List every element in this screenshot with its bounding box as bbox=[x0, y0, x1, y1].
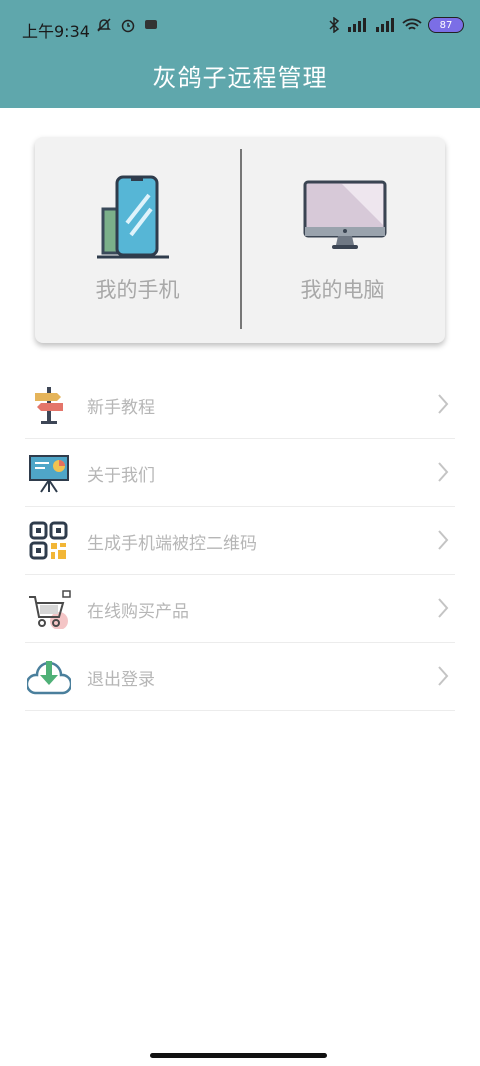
wifi-icon bbox=[402, 18, 422, 30]
my-phone-label: 我的手机 bbox=[95, 278, 180, 302]
menu-label-buy-online: 在线购买产品 bbox=[87, 602, 189, 622]
qr-code-icon bbox=[29, 521, 68, 560]
my-computer-label: 我的电脑 bbox=[300, 278, 385, 302]
home-indicator[interactable] bbox=[150, 1053, 327, 1058]
chevron-right-icon bbox=[438, 530, 449, 550]
menu-item-about-us[interactable]: 关于我们 bbox=[25, 439, 455, 507]
battery-indicator: 87 bbox=[428, 17, 464, 33]
shopping-cart-icon bbox=[29, 590, 71, 629]
chevron-right-icon bbox=[438, 598, 449, 618]
alarm-icon bbox=[121, 19, 135, 33]
menu-list: 新手教程 关于我们 生成手机端被控二维码 在线购买产品 退出登录 bbox=[25, 371, 455, 711]
status-bar: 上午9:34 87 bbox=[0, 0, 480, 52]
signal-icon bbox=[348, 18, 366, 32]
app-header: 上午9:34 87 灰鸽子远程管理 bbox=[0, 0, 480, 108]
status-time: 上午9:34 bbox=[22, 22, 90, 41]
menu-label-about-us: 关于我们 bbox=[87, 466, 155, 486]
menu-label-logout: 退出登录 bbox=[87, 670, 155, 690]
my-phone-button[interactable]: 我的手机 bbox=[35, 137, 240, 343]
chevron-right-icon bbox=[438, 394, 449, 414]
menu-item-tutorial[interactable]: 新手教程 bbox=[25, 371, 455, 439]
page-title: 灰鸽子远程管理 bbox=[152, 64, 328, 92]
my-computer-button[interactable]: 我的电脑 bbox=[240, 137, 445, 343]
menu-item-qr-code[interactable]: 生成手机端被控二维码 bbox=[25, 507, 455, 575]
cloud-download-icon bbox=[27, 661, 71, 695]
phone-icon bbox=[97, 175, 169, 259]
silent-bell-icon bbox=[97, 18, 111, 32]
presentation-board-icon bbox=[29, 455, 69, 493]
device-card: 我的手机 我的电脑 bbox=[35, 137, 445, 343]
menu-label-qr-code: 生成手机端被控二维码 bbox=[87, 534, 257, 554]
menu-item-buy-online[interactable]: 在线购买产品 bbox=[25, 575, 455, 643]
menu-label-tutorial: 新手教程 bbox=[87, 398, 155, 418]
computer-monitor-icon bbox=[303, 180, 387, 249]
bluetooth-icon bbox=[329, 17, 340, 33]
status-left-icons bbox=[96, 17, 158, 33]
signpost-icon bbox=[35, 387, 63, 424]
menu-item-logout[interactable]: 退出登录 bbox=[25, 643, 455, 711]
message-icon bbox=[145, 20, 157, 29]
chevron-right-icon bbox=[438, 666, 449, 686]
signal-icon-2 bbox=[376, 18, 394, 32]
chevron-right-icon bbox=[438, 462, 449, 482]
status-right-icons: 87 bbox=[328, 17, 464, 33]
